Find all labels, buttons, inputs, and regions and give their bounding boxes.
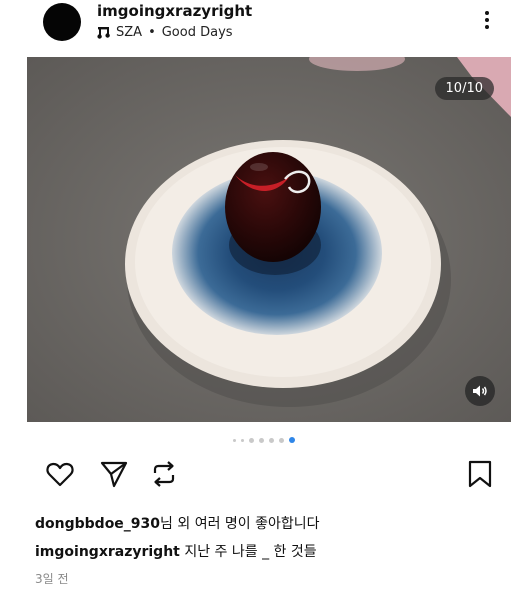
carousel-dot — [240, 438, 244, 442]
post-timestamp: 3일 전 — [35, 572, 69, 586]
carousel-dot-active — [288, 437, 295, 443]
music-artist: SZA — [116, 25, 143, 40]
caption-username[interactable]: imgoingxrazyright — [35, 544, 180, 560]
carousel-indicator — [0, 435, 527, 445]
post-caption: imgoingxrazyright 지난 주 나를 _ 한 것들 — [35, 541, 317, 561]
carousel-dot — [232, 438, 236, 442]
carousel-dot — [278, 437, 284, 443]
sound-toggle-button[interactable] — [465, 376, 495, 406]
bookmark-icon — [468, 460, 492, 488]
slide-counter: 10/10 — [434, 77, 494, 100]
music-info[interactable]: SZA • Good Days — [97, 25, 233, 40]
music-song: Good Days — [161, 25, 233, 40]
music-note-icon — [97, 27, 110, 39]
music-separator: • — [148, 25, 156, 40]
speaker-icon — [473, 385, 487, 397]
post-action-bar — [0, 458, 527, 494]
avatar[interactable] — [43, 3, 81, 41]
carousel-dot — [248, 437, 254, 443]
more-options-button[interactable] — [478, 8, 496, 38]
photo-plate-with-chocolate — [27, 57, 511, 422]
post-header: imgoingxrazyright SZA • Good Days — [0, 0, 527, 50]
more-vertical-icon — [478, 11, 496, 29]
post-image[interactable]: 10/10 — [27, 57, 511, 422]
repost-icon — [153, 461, 175, 487]
liker-username[interactable]: dongbbdoe_930 — [35, 516, 160, 532]
like-button[interactable] — [44, 458, 76, 490]
likes-text: 님 외 여러 명이 좋아합니다 — [160, 516, 320, 532]
repost-button[interactable] — [148, 458, 180, 490]
share-button[interactable] — [98, 458, 130, 490]
heart-icon — [46, 462, 74, 487]
likes-summary[interactable]: dongbbdoe_930님 외 여러 명이 좋아합니다 — [35, 513, 320, 533]
caption-text: 지난 주 나를 _ 한 것들 — [184, 544, 317, 560]
carousel-dot — [268, 437, 274, 443]
carousel-dot — [258, 437, 264, 443]
save-button[interactable] — [464, 458, 496, 490]
post-username[interactable]: imgoingxrazyright — [97, 2, 252, 20]
send-icon — [100, 461, 128, 488]
